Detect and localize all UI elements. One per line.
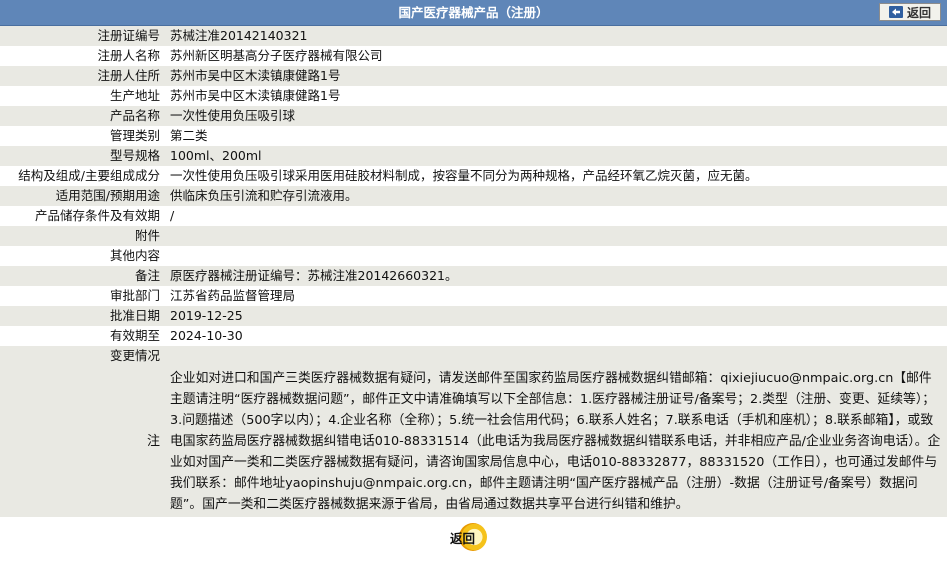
table-row: 其他内容 <box>0 246 947 266</box>
table-row: 产品名称 一次性使用负压吸引球 <box>0 106 947 126</box>
note-label: 注 <box>0 366 168 517</box>
table-row: 备注 原医疗器械注册证编号：苏械注准20142660321。 <box>0 266 947 286</box>
table-row: 批准日期 2019-12-25 <box>0 306 947 326</box>
field-value <box>168 246 947 266</box>
back-button-label: 返回 <box>906 5 931 20</box>
field-value: 苏州市吴中区木渎镇康健路1号 <box>168 86 947 106</box>
field-value: 一次性使用负压吸引球采用医用硅胶材料制成，按容量不同分为两种规格，产品经环氧乙烷… <box>168 166 947 186</box>
table-row: 注册人住所 苏州市吴中区木渎镇康健路1号 <box>0 66 947 86</box>
field-label: 有效期至 <box>0 326 168 346</box>
table-row: 附件 <box>0 226 947 246</box>
table-row: 有效期至 2024-10-30 <box>0 326 947 346</box>
change-row: 变更情况 <box>0 346 947 366</box>
field-value: 供临床负压引流和贮存引流液用。 <box>168 186 947 206</box>
field-value: 2019-12-25 <box>168 306 947 326</box>
field-value: 第二类 <box>168 126 947 146</box>
table-row: 结构及组成/主要组成成分 一次性使用负压吸引球采用医用硅胶材料制成，按容量不同分为… <box>0 166 947 186</box>
table-row: 生产地址 苏州市吴中区木渎镇康健路1号 <box>0 86 947 106</box>
table-row: 产品储存条件及有效期 / <box>0 206 947 226</box>
field-label: 生产地址 <box>0 86 168 106</box>
field-value: 苏械注准20142140321 <box>168 26 947 46</box>
field-label: 管理类别 <box>0 126 168 146</box>
field-label: 注册人名称 <box>0 46 168 66</box>
page-header: 国产医疗器械产品（注册） 返回 <box>0 0 947 26</box>
field-value: 江苏省药品监督管理局 <box>168 286 947 306</box>
back-button-top[interactable]: 返回 <box>879 3 941 21</box>
table-row: 管理类别 第二类 <box>0 126 947 146</box>
field-label: 审批部门 <box>0 286 168 306</box>
field-value <box>168 226 947 246</box>
field-label: 产品储存条件及有效期 <box>0 206 168 226</box>
field-value: / <box>168 206 947 226</box>
back-button-bottom[interactable]: 返回 <box>449 523 497 551</box>
page-title: 国产医疗器械产品（注册） <box>398 5 549 20</box>
table-row: 型号规格 100ml、200ml <box>0 146 947 166</box>
field-label: 批准日期 <box>0 306 168 326</box>
note-row: 注企业如对进口和国产三类医疗器械数据有疑问，请发送邮件至国家药监局医疗器械数据纠… <box>0 366 947 517</box>
change-value <box>168 346 947 366</box>
page-footer: 返回 <box>0 517 947 557</box>
table-row: 注册人名称 苏州新区明基高分子医疗器械有限公司 <box>0 46 947 66</box>
back-button-bottom-label: 返回 <box>450 530 476 546</box>
field-label: 结构及组成/主要组成成分 <box>0 166 168 186</box>
field-value: 苏州新区明基高分子医疗器械有限公司 <box>168 46 947 66</box>
field-label: 备注 <box>0 266 168 286</box>
field-label: 其他内容 <box>0 246 168 266</box>
note-text: 企业如对进口和国产三类医疗器械数据有疑问，请发送邮件至国家药监局医疗器械数据纠错… <box>168 366 947 517</box>
change-label: 变更情况 <box>0 346 168 366</box>
field-value: 100ml、200ml <box>168 146 947 166</box>
field-label: 注册证编号 <box>0 26 168 46</box>
field-value: 苏州市吴中区木渎镇康健路1号 <box>168 66 947 86</box>
field-label: 注册人住所 <box>0 66 168 86</box>
field-value: 原医疗器械注册证编号：苏械注准20142660321。 <box>168 266 947 286</box>
table-row: 审批部门 江苏省药品监督管理局 <box>0 286 947 306</box>
field-value: 2024-10-30 <box>168 326 947 346</box>
table-row: 适用范围/预期用途 供临床负压引流和贮存引流液用。 <box>0 186 947 206</box>
detail-table: 注册证编号 苏械注准20142140321 注册人名称 苏州新区明基高分子医疗器械有… <box>0 26 947 517</box>
field-value: 一次性使用负压吸引球 <box>168 106 947 126</box>
field-label: 适用范围/预期用途 <box>0 186 168 206</box>
table-row: 注册证编号 苏械注准20142140321 <box>0 26 947 46</box>
field-label: 附件 <box>0 226 168 246</box>
field-label: 型号规格 <box>0 146 168 166</box>
field-label: 产品名称 <box>0 106 168 126</box>
back-arrow-icon <box>888 6 903 18</box>
